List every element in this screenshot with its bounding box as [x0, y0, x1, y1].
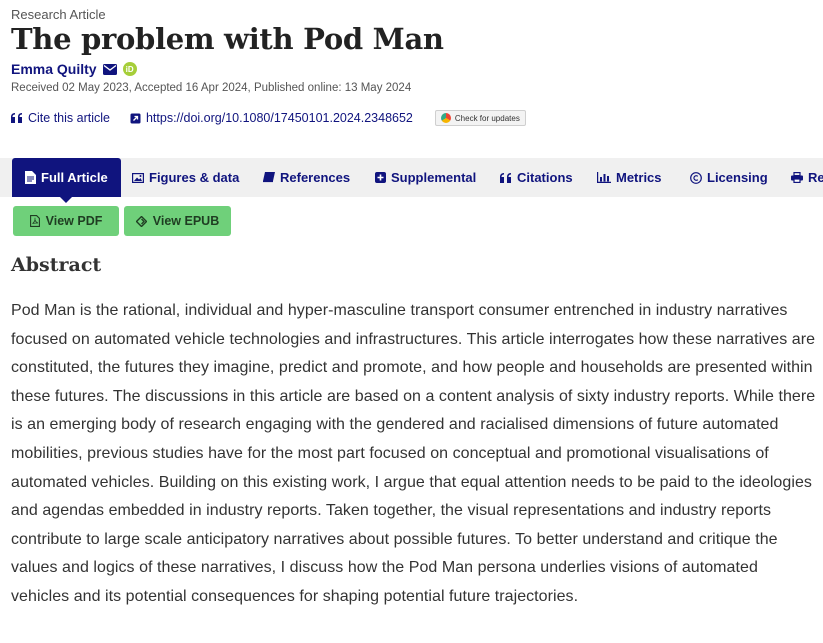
- envelope-icon[interactable]: [102, 63, 117, 75]
- article-title: The problem with Pod Man: [11, 22, 444, 56]
- crossmark-icon: [440, 113, 451, 123]
- tab-references[interactable]: References: [263, 158, 350, 197]
- book-icon: [263, 172, 275, 183]
- doi-label: https://doi.org/10.1080/17450101.2024.23…: [145, 111, 413, 125]
- cite-link[interactable]: Cite this article: [11, 111, 110, 125]
- print-icon: [791, 172, 803, 183]
- abstract-heading: Abstract: [11, 254, 102, 276]
- orcid-icon[interactable]: iD: [122, 62, 137, 76]
- tab-metrics[interactable]: Metrics: [597, 158, 662, 197]
- tab-label: Licensing: [707, 170, 768, 185]
- document-icon: [25, 171, 36, 184]
- quote-icon: [500, 172, 511, 183]
- view-epub-label: View EPUB: [152, 214, 220, 228]
- tab-label: Metrics: [616, 170, 662, 185]
- image-icon: [132, 172, 144, 183]
- doi-link[interactable]: https://doi.org/10.1080/17450101.2024.23…: [130, 111, 413, 125]
- tab-figures-data[interactable]: Figures & data: [132, 158, 239, 197]
- check-updates-label: Check for updates: [454, 113, 520, 123]
- check-for-updates-button[interactable]: Check for updates: [434, 110, 526, 126]
- view-pdf-button[interactable]: View PDF: [13, 206, 119, 236]
- author-row: Emma Quilty iD: [11, 61, 137, 77]
- view-pdf-label: View PDF: [45, 214, 103, 228]
- pdf-file-icon: [29, 215, 40, 227]
- article-links: Cite this article https://doi.org/10.108…: [11, 110, 526, 126]
- tab-label: Citations: [517, 170, 573, 185]
- article-tab-bar: Full Article Figures & data References S…: [0, 158, 823, 203]
- bar-chart-icon: [597, 172, 611, 183]
- publication-dates: Received 02 May 2023, Accepted 16 Apr 20…: [11, 82, 412, 94]
- tab-supplemental[interactable]: Supplemental: [375, 158, 476, 197]
- article-type: Research Article: [11, 7, 106, 22]
- tab-licensing[interactable]: Licensing: [690, 158, 768, 197]
- abstract-text: Pod Man is the rational, individual and …: [11, 302, 816, 605]
- tab-label: References: [280, 170, 351, 185]
- author-name[interactable]: Emma Quilty: [11, 61, 97, 77]
- tab-label: Figures & data: [149, 170, 240, 185]
- tab-label: Full Article: [41, 170, 108, 185]
- epub-icon: [135, 215, 147, 227]
- tab-label: Re: [808, 170, 823, 185]
- tab-citations[interactable]: Citations: [500, 158, 573, 197]
- plus-square-icon: [375, 172, 386, 183]
- cite-label: Cite this article: [28, 111, 110, 125]
- tab-label: Supplemental: [391, 170, 477, 185]
- tab-reprints[interactable]: Re: [791, 158, 823, 197]
- quote-icon: [11, 113, 22, 123]
- view-epub-button[interactable]: View EPUB: [124, 206, 231, 236]
- tab-full-article[interactable]: Full Article: [12, 158, 121, 203]
- external-link-icon: [130, 113, 141, 123]
- copyright-icon: [690, 171, 702, 184]
